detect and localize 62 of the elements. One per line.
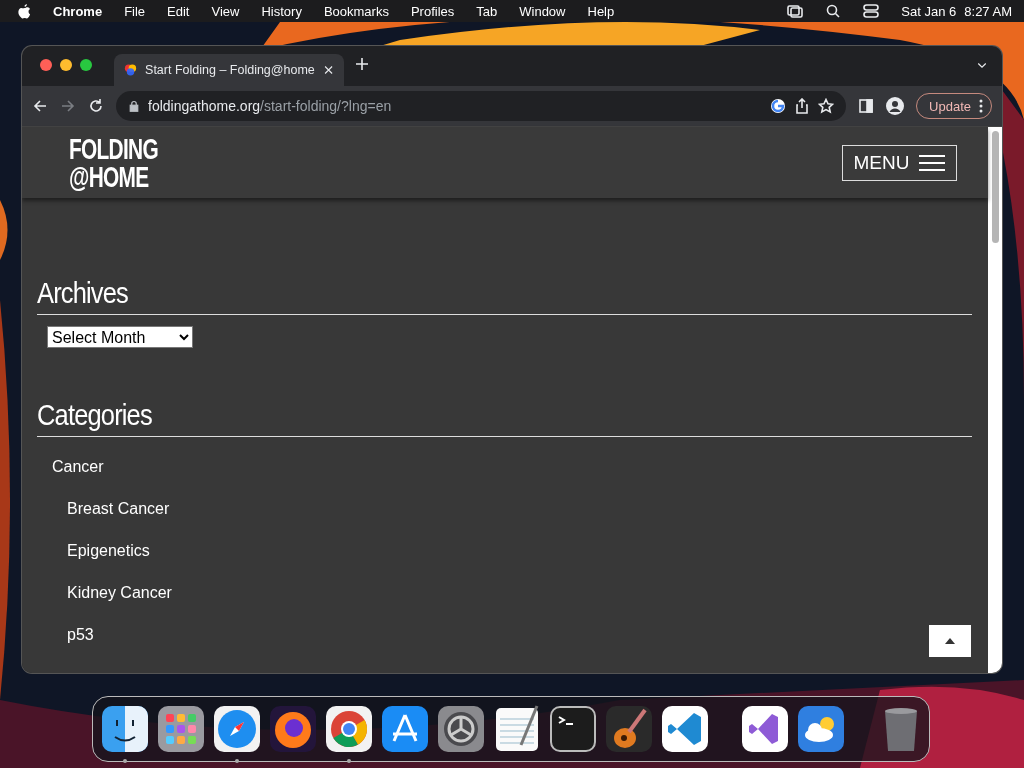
search-icon[interactable] <box>825 3 842 19</box>
menu-item[interactable]: Bookmarks <box>323 3 389 19</box>
menu-item[interactable]: Profiles <box>410 3 455 19</box>
more-icon[interactable] <box>979 99 983 113</box>
close-icon[interactable] <box>40 59 52 71</box>
menu-item[interactable]: File <box>124 3 146 19</box>
category-link[interactable]: p53 <box>67 626 94 644</box>
screen-mirror-icon[interactable] <box>787 3 804 19</box>
launchpad-grid-icon[interactable] <box>157 705 205 753</box>
star-icon[interactable] <box>818 98 835 114</box>
control-center-icon[interactable] <box>863 3 880 19</box>
category-link[interactable]: Cancer <box>52 458 104 476</box>
app-store-icon[interactable] <box>381 705 429 753</box>
guitar-icon[interactable] <box>605 705 653 753</box>
profile-icon[interactable] <box>886 97 905 115</box>
finder-face-icon[interactable] <box>101 705 149 753</box>
browser-tab[interactable]: Start Folding – Folding@home <box>114 54 344 86</box>
terminal-icon[interactable] <box>549 705 597 753</box>
category-link[interactable]: Breast Cancer <box>67 500 170 518</box>
chrome-icon[interactable] <box>325 705 373 753</box>
close-icon[interactable] <box>322 64 334 76</box>
code-editor-icon[interactable] <box>661 705 709 753</box>
month-select[interactable]: Select Month <box>47 326 193 348</box>
lock-icon <box>128 100 140 112</box>
weather-cloud-icon[interactable] <box>797 705 845 753</box>
url-text: foldingathome.org/start-folding/?lng=en <box>148 98 392 114</box>
menu-button[interactable]: MENU <box>842 144 957 181</box>
category-link[interactable]: Epigenetics <box>67 542 150 560</box>
menu-item[interactable]: View <box>211 3 240 19</box>
fox-globe-icon[interactable] <box>269 705 317 753</box>
gear-icon[interactable] <box>437 705 485 753</box>
menu-item[interactable]: Help <box>587 3 615 19</box>
side-panel-icon[interactable] <box>858 98 875 114</box>
compass-icon[interactable] <box>213 705 261 753</box>
wallpaper-swoosh <box>0 200 8 260</box>
address-bar[interactable]: foldingathome.org/start-folding/?lng=en <box>116 91 847 121</box>
clock-date[interactable]: Sat Jan 6 <box>901 3 957 19</box>
caret-up-icon <box>945 638 955 644</box>
plus-icon[interactable] <box>354 56 370 72</box>
menu-item[interactable]: Edit <box>167 3 190 19</box>
menu-item[interactable]: Tab <box>476 3 498 19</box>
menu-item[interactable]: Window <box>519 3 566 19</box>
menu-item[interactable]: History <box>261 3 302 19</box>
apple-logo-icon[interactable] <box>18 3 31 19</box>
section-heading: Archives <box>37 276 972 315</box>
google-logo-icon[interactable] <box>770 98 787 114</box>
forward-arrow-icon <box>60 98 76 114</box>
zoom-icon[interactable] <box>80 59 92 71</box>
favicon-icon <box>124 63 138 77</box>
site-logo[interactable]: FOLDING @HOME <box>69 134 158 191</box>
hamburger-icon <box>919 154 946 171</box>
minimize-icon[interactable] <box>60 59 72 71</box>
back-to-top-button[interactable] <box>929 625 971 657</box>
share-icon[interactable] <box>794 98 811 114</box>
ide-icon[interactable] <box>741 705 789 753</box>
app-menu[interactable]: Chrome <box>53 3 103 19</box>
notepad-pencil-icon[interactable] <box>493 705 541 753</box>
clock-time[interactable]: 8:27 AM <box>964 3 1012 19</box>
reload-icon[interactable] <box>88 98 104 114</box>
back-arrow-icon[interactable] <box>32 98 48 114</box>
section-heading: Categories <box>37 398 972 437</box>
category-link[interactable]: Kidney Cancer <box>67 584 172 602</box>
